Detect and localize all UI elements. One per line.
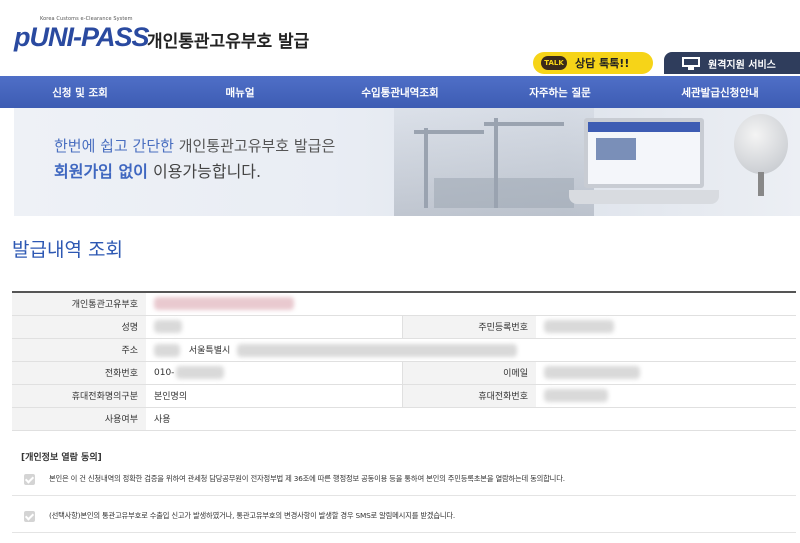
logo-text: pUNI-PASS [14,22,150,53]
consent-title: [개인정보 열람 동의] [21,453,102,463]
site-title: 개인통관고유부호 발급 [147,32,310,52]
name-value [146,315,402,339]
port-cranes-image [394,108,594,216]
mobile-owner-label: 휴대전화명의구분 [12,384,146,408]
talk-icon: TALK [541,56,567,70]
main-nav: 신청 및 조회 매뉴얼 수입통관내역조회 자주하는 질문 세관발급신청안내 [0,76,800,108]
logo-main: UNI-PASS [29,22,150,52]
table-row: 성명 주민등록번호 [12,315,796,339]
usage-value: 사용 [146,407,796,431]
nav-item-manual[interactable]: 매뉴얼 [160,76,320,108]
mobile-owner-value: 본인명의 [146,384,402,408]
mobile-value [536,384,796,408]
banner-line1: 한번에 쉽고 간단한 개인통관고유부호 발급은 [54,135,335,156]
banner-line2-highlight: 회원가입 없이 [54,162,148,181]
banner-line1-highlight: 한번에 쉽고 간단한 [54,137,174,155]
code-value [146,292,796,316]
nav-item-apply[interactable]: 신청 및 조회 [0,76,160,108]
email-label: 이메일 [401,361,536,385]
remote-button-label: 원격지원 서비스 [708,59,776,71]
logo-prefix: p [14,22,30,52]
promo-banner: 한번에 쉽고 간단한 개인통관고유부호 발급은 회원가입 없이 이용가능합니다. [14,108,800,216]
laptop-image [584,118,704,188]
table-row: 사용여부 사용 [12,407,796,431]
header: Korea Customs e-Clearance System pUNI-PA… [0,0,800,76]
laptop-keyboard-image [569,190,719,204]
monitor-icon [682,56,700,70]
rrn-value [536,315,796,339]
banner-line2: 회원가입 없이 이용가능합니다. [54,158,261,182]
globe-image [734,114,788,174]
issuance-info-table: 개인통관고유부호 성명 주민등록번호 주소 서울특별시 전화번호 010- 이메… [12,291,796,431]
phone-value: 010- [146,361,402,385]
table-row: 휴대전화명의구분 본인명의 휴대전화번호 [12,384,796,408]
banner-line2-rest: 이용가능합니다. [147,162,262,181]
nav-item-customs-guide[interactable]: 세관발급신청안내 [640,76,800,108]
nav-item-import-clearance[interactable]: 수입통관내역조회 [320,76,480,108]
mobile-label: 휴대전화번호 [401,384,536,408]
address-label: 주소 [12,338,146,362]
checkbox-checked-icon[interactable] [24,473,35,485]
talk-button-label: 상담 톡톡!! [575,57,630,70]
table-row: 전화번호 010- 이메일 [12,361,796,385]
table-row: 개인통관고유부호 [12,292,796,316]
globe-stand [758,172,764,196]
usage-label: 사용여부 [12,407,146,431]
consent-item-1: 본인은 이 건 신청내역의 정확한 검증을 위하여 관세청 담당공무원이 전자정… [12,463,796,496]
rrn-label: 주민등록번호 [401,315,536,339]
remote-support-button[interactable]: 원격지원 서비스 [664,52,800,74]
consent-item-2: (선택사항)본인의 통관고유부호로 수출입 신고가 발생하였거나, 통관고유부호… [12,500,796,533]
address-city: 서울특별시 [188,345,231,356]
table-row: 주소 서울특별시 [12,338,796,362]
talk-consult-button[interactable]: TALK 상담 톡톡!! [533,52,653,74]
phone-label: 전화번호 [12,361,146,385]
phone-prefix: 010- [154,368,175,378]
page-title: 발급내역 조회 [12,239,123,261]
email-value [536,361,796,385]
unipass-logo[interactable]: Korea Customs e-Clearance System pUNI-PA… [14,16,150,56]
code-label: 개인통관고유부호 [12,292,146,316]
consent-item-2-text: (선택사항)본인의 통관고유부호로 수출입 신고가 발생하였거나, 통관고유부호… [49,511,456,520]
nav-item-faq[interactable]: 자주하는 질문 [480,76,640,108]
banner-line1-rest: 개인통관고유부호 발급은 [173,137,336,155]
name-label: 성명 [12,315,146,339]
consent-item-1-text: 본인은 이 건 신청내역의 정확한 검증을 위하여 관세청 담당공무원이 전자정… [49,474,565,483]
checkbox-checked-icon[interactable] [24,510,35,522]
address-value: 서울특별시 [146,338,796,362]
